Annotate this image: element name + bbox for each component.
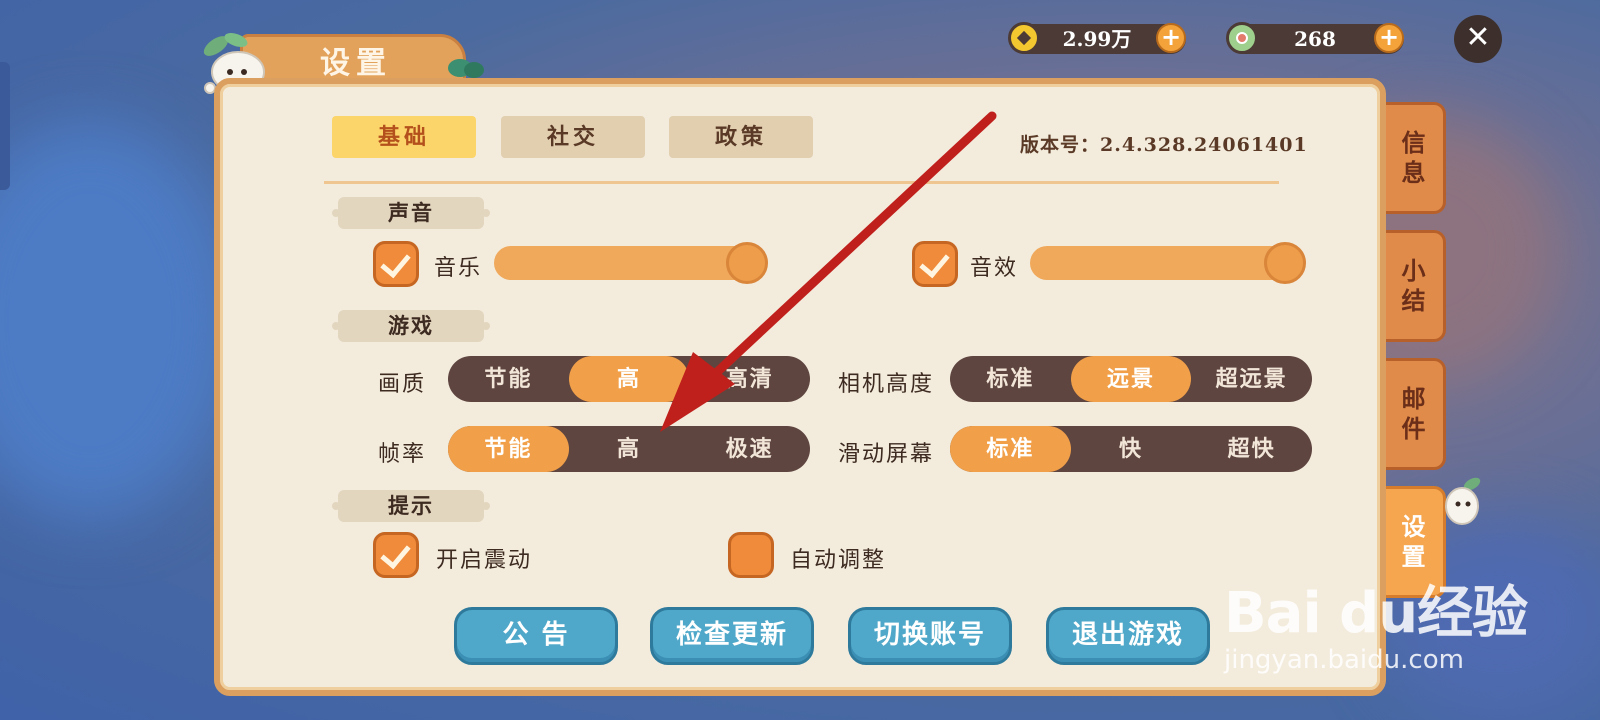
add-jade-button[interactable]: + (1374, 23, 1404, 53)
camera-option-standard[interactable]: 标准 (950, 356, 1071, 402)
leaf-ornament-icon (448, 59, 484, 78)
music-checkbox[interactable] (373, 241, 419, 287)
version-label: 版本号：2.4.328.24061401 (1020, 134, 1308, 156)
scroll-option-standard[interactable]: 标准 (950, 426, 1071, 472)
vibrate-checkbox[interactable] (373, 532, 419, 578)
framerate-option-high[interactable]: 高 (569, 426, 690, 472)
close-icon: ✕ (1465, 20, 1491, 55)
baidu-logo-icon: Bai du经验 (1224, 581, 1528, 646)
jade-coin-icon (1226, 22, 1258, 54)
side-tab-mail[interactable]: 邮件 (1384, 358, 1446, 470)
quality-selector: 节能 高 高清 (448, 356, 810, 402)
auto-adjust-checkbox[interactable] (728, 532, 774, 578)
camera-height-label: 相机高度 (838, 372, 935, 397)
music-label: 音乐 (434, 256, 483, 281)
watermark-url: jingyan.baidu.com (1224, 645, 1464, 675)
divider (324, 181, 1279, 184)
jade-currency-bar: 268 + (1226, 22, 1404, 54)
left-edge-handle (0, 62, 10, 190)
scroll-speed-label: 滑动屏幕 (838, 442, 935, 467)
exit-game-button[interactable]: 退出游戏 (1046, 607, 1210, 665)
check-icon (380, 537, 411, 570)
page-title: 设置 (320, 46, 392, 81)
jade-amount: 268 (1294, 27, 1336, 51)
section-game: 游戏 (332, 310, 490, 342)
quality-label: 画质 (378, 372, 427, 397)
close-button[interactable]: ✕ (1454, 15, 1502, 63)
scroll-speed-selector: 标准 快 超快 (950, 426, 1312, 472)
music-volume-knob[interactable] (726, 242, 768, 284)
gold-coin-icon (1008, 22, 1040, 54)
scroll-option-super-fast[interactable]: 超快 (1191, 426, 1312, 472)
tab-basic[interactable]: 基础 (332, 116, 476, 158)
auto-adjust-label: 自动调整 (790, 548, 887, 573)
add-gold-button[interactable]: + (1156, 23, 1186, 53)
quality-option-power-saving[interactable]: 节能 (448, 356, 569, 402)
gold-currency-bar: 2.99万 + (1008, 22, 1186, 54)
camera-option-super-far[interactable]: 超远景 (1191, 356, 1312, 402)
framerate-option-max[interactable]: 极速 (689, 426, 810, 472)
camera-height-selector: 标准 远景 超远景 (950, 356, 1312, 402)
tab-policy[interactable]: 政策 (669, 116, 813, 158)
check-icon (380, 246, 411, 279)
baidu-watermark: Bai du经验 jingyan.baidu.com (1224, 568, 1528, 675)
check-icon (919, 246, 950, 279)
check-update-button[interactable]: 检查更新 (650, 607, 814, 665)
section-tips: 提示 (332, 490, 490, 522)
gold-amount: 2.99万 (1062, 27, 1132, 51)
vibrate-label: 开启震动 (436, 548, 533, 573)
framerate-option-power-saving[interactable]: 节能 (448, 426, 569, 472)
sfx-checkbox[interactable] (912, 241, 958, 287)
tab-social[interactable]: 社交 (501, 116, 645, 158)
radish-mascot-side-icon (1445, 477, 1481, 525)
framerate-label: 帧率 (378, 442, 427, 467)
switch-account-button[interactable]: 切换账号 (848, 607, 1012, 665)
side-tab-summary[interactable]: 小结 (1384, 230, 1446, 342)
framerate-selector: 节能 高 极速 (448, 426, 810, 472)
side-tab-info[interactable]: 信息 (1384, 102, 1446, 214)
sfx-volume-slider[interactable] (1030, 242, 1306, 284)
notice-button[interactable]: 公 告 (454, 607, 618, 665)
quality-option-hd[interactable]: 高清 (689, 356, 810, 402)
camera-option-far[interactable]: 远景 (1070, 356, 1192, 402)
sfx-label: 音效 (970, 256, 1019, 281)
section-sound: 声音 (332, 197, 490, 229)
quality-option-high[interactable]: 高 (568, 356, 690, 402)
music-volume-slider[interactable] (494, 242, 768, 284)
sfx-volume-knob[interactable] (1264, 242, 1306, 284)
scroll-option-fast[interactable]: 快 (1071, 426, 1192, 472)
